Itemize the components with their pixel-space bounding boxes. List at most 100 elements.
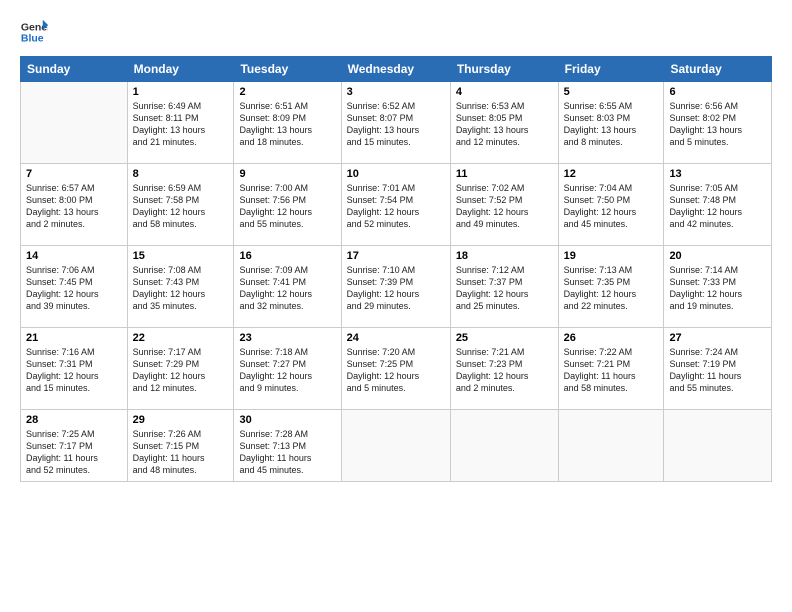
calendar-week-1: 1Sunrise: 6:49 AM Sunset: 8:11 PM Daylig… — [21, 82, 772, 164]
calendar-cell: 5 Sunrise: 6:55 AM Sunset: 8:03 PM Daylig… — [558, 82, 664, 164]
day-number: 12 — [564, 168, 659, 180]
day-info: Sunrise: 7:18 AM Sunset: 7:27 PM Dayligh… — [239, 346, 335, 395]
day-info: Sunrise: 6:56 AM Sunset: 8:02 PM Dayligh… — [669, 100, 766, 149]
col-header-friday: Friday — [558, 57, 664, 82]
day-info: Sunrise: 7:20 AM Sunset: 7:25 PM Dayligh… — [347, 346, 445, 395]
calendar-cell: 1Sunrise: 6:49 AM Sunset: 8:11 PM Daylig… — [127, 82, 234, 164]
col-header-tuesday: Tuesday — [234, 57, 341, 82]
calendar-cell: 15Sunrise: 7:08 AM Sunset: 7:43 PM Dayli… — [127, 246, 234, 328]
day-info: Sunrise: 7:22 AM Sunset: 7:21 PM Dayligh… — [564, 346, 659, 395]
calendar-cell: 21 Sunrise: 7:16 AM Sunset: 7:31 PM Dayli… — [21, 328, 128, 410]
day-number: 5 — [564, 86, 659, 98]
calendar-cell — [450, 410, 558, 482]
calendar-cell: 3 Sunrise: 6:52 AM Sunset: 8:07 PM Daylig… — [341, 82, 450, 164]
calendar-cell: 13 Sunrise: 7:05 AM Sunset: 7:48 PM Dayli… — [664, 164, 772, 246]
day-number: 6 — [669, 86, 766, 98]
calendar-cell — [664, 410, 772, 482]
day-info: Sunrise: 7:00 AM Sunset: 7:56 PM Dayligh… — [239, 182, 335, 231]
day-info: Sunrise: 6:52 AM Sunset: 8:07 PM Dayligh… — [347, 100, 445, 149]
day-number: 22 — [133, 332, 229, 344]
calendar-cell: 27 Sunrise: 7:24 AM Sunset: 7:19 PM Dayli… — [664, 328, 772, 410]
calendar-cell — [558, 410, 664, 482]
day-number: 24 — [347, 332, 445, 344]
calendar-cell: 14 Sunrise: 7:06 AM Sunset: 7:45 PM Dayli… — [21, 246, 128, 328]
day-info: Sunrise: 7:25 AM Sunset: 7:17 PM Dayligh… — [26, 428, 122, 477]
calendar-cell: 4 Sunrise: 6:53 AM Sunset: 8:05 PM Daylig… — [450, 82, 558, 164]
day-info: Sunrise: 7:12 AM Sunset: 7:37 PM Dayligh… — [456, 264, 553, 313]
calendar-cell: 17 Sunrise: 7:10 AM Sunset: 7:39 PM Dayli… — [341, 246, 450, 328]
day-info: Sunrise: 7:16 AM Sunset: 7:31 PM Dayligh… — [26, 346, 122, 395]
day-info: Sunrise: 7:04 AM Sunset: 7:50 PM Dayligh… — [564, 182, 659, 231]
day-info: Sunrise: 7:10 AM Sunset: 7:39 PM Dayligh… — [347, 264, 445, 313]
calendar-cell: 24 Sunrise: 7:20 AM Sunset: 7:25 PM Dayli… — [341, 328, 450, 410]
day-number: 2 — [239, 86, 335, 98]
calendar-cell: 25 Sunrise: 7:21 AM Sunset: 7:23 PM Dayli… — [450, 328, 558, 410]
col-header-monday: Monday — [127, 57, 234, 82]
day-number: 27 — [669, 332, 766, 344]
logo-icon: General Blue — [20, 18, 48, 46]
calendar-cell: 23 Sunrise: 7:18 AM Sunset: 7:27 PM Dayli… — [234, 328, 341, 410]
day-info: Sunrise: 7:21 AM Sunset: 7:23 PM Dayligh… — [456, 346, 553, 395]
day-number: 20 — [669, 250, 766, 262]
day-number: 21 — [26, 332, 122, 344]
calendar-cell — [341, 410, 450, 482]
day-number: 9 — [239, 168, 335, 180]
calendar-cell: 16 Sunrise: 7:09 AM Sunset: 7:41 PM Dayli… — [234, 246, 341, 328]
calendar-cell: 28 Sunrise: 7:25 AM Sunset: 7:17 PM Dayli… — [21, 410, 128, 482]
calendar-table: SundayMondayTuesdayWednesdayThursdayFrid… — [20, 56, 772, 482]
calendar-cell: 10Sunrise: 7:01 AM Sunset: 7:54 PM Dayli… — [341, 164, 450, 246]
day-number: 18 — [456, 250, 553, 262]
day-number: 1 — [133, 86, 229, 98]
day-number: 3 — [347, 86, 445, 98]
day-number: 8 — [133, 168, 229, 180]
calendar-cell: 19Sunrise: 7:13 AM Sunset: 7:35 PM Dayli… — [558, 246, 664, 328]
day-info: Sunrise: 6:51 AM Sunset: 8:09 PM Dayligh… — [239, 100, 335, 149]
col-header-thursday: Thursday — [450, 57, 558, 82]
day-number: 11 — [456, 168, 553, 180]
day-info: Sunrise: 7:24 AM Sunset: 7:19 PM Dayligh… — [669, 346, 766, 395]
day-number: 13 — [669, 168, 766, 180]
day-number: 26 — [564, 332, 659, 344]
day-number: 23 — [239, 332, 335, 344]
day-info: Sunrise: 7:06 AM Sunset: 7:45 PM Dayligh… — [26, 264, 122, 313]
calendar-header-row: SundayMondayTuesdayWednesdayThursdayFrid… — [21, 57, 772, 82]
calendar-week-4: 21 Sunrise: 7:16 AM Sunset: 7:31 PM Dayli… — [21, 328, 772, 410]
col-header-sunday: Sunday — [21, 57, 128, 82]
calendar-cell: 11 Sunrise: 7:02 AM Sunset: 7:52 PM Dayli… — [450, 164, 558, 246]
day-info: Sunrise: 7:28 AM Sunset: 7:13 PM Dayligh… — [239, 428, 335, 477]
calendar-cell — [21, 82, 128, 164]
day-info: Sunrise: 6:57 AM Sunset: 8:00 PM Dayligh… — [26, 182, 122, 231]
calendar-week-5: 28 Sunrise: 7:25 AM Sunset: 7:17 PM Dayli… — [21, 410, 772, 482]
logo: General Blue — [20, 18, 48, 46]
calendar-cell: 7 Sunrise: 6:57 AM Sunset: 8:00 PM Daylig… — [21, 164, 128, 246]
header: General Blue — [20, 18, 772, 46]
day-info: Sunrise: 6:55 AM Sunset: 8:03 PM Dayligh… — [564, 100, 659, 149]
col-header-wednesday: Wednesday — [341, 57, 450, 82]
day-info: Sunrise: 7:14 AM Sunset: 7:33 PM Dayligh… — [669, 264, 766, 313]
day-info: Sunrise: 6:53 AM Sunset: 8:05 PM Dayligh… — [456, 100, 553, 149]
calendar-cell: 29Sunrise: 7:26 AM Sunset: 7:15 PM Dayli… — [127, 410, 234, 482]
day-number: 19 — [564, 250, 659, 262]
calendar-cell: 30 Sunrise: 7:28 AM Sunset: 7:13 PM Dayli… — [234, 410, 341, 482]
calendar-cell: 8Sunrise: 6:59 AM Sunset: 7:58 PM Daylig… — [127, 164, 234, 246]
day-number: 29 — [133, 414, 229, 426]
calendar-cell: 12 Sunrise: 7:04 AM Sunset: 7:50 PM Dayli… — [558, 164, 664, 246]
day-number: 14 — [26, 250, 122, 262]
day-info: Sunrise: 7:08 AM Sunset: 7:43 PM Dayligh… — [133, 264, 229, 313]
day-number: 30 — [239, 414, 335, 426]
calendar-cell: 2 Sunrise: 6:51 AM Sunset: 8:09 PM Daylig… — [234, 82, 341, 164]
day-number: 4 — [456, 86, 553, 98]
day-number: 17 — [347, 250, 445, 262]
calendar-cell: 22 Sunrise: 7:17 AM Sunset: 7:29 PM Dayli… — [127, 328, 234, 410]
day-info: Sunrise: 7:02 AM Sunset: 7:52 PM Dayligh… — [456, 182, 553, 231]
day-number: 16 — [239, 250, 335, 262]
day-number: 10 — [347, 168, 445, 180]
day-info: Sunrise: 7:09 AM Sunset: 7:41 PM Dayligh… — [239, 264, 335, 313]
calendar-cell: 18 Sunrise: 7:12 AM Sunset: 7:37 PM Dayli… — [450, 246, 558, 328]
day-info: Sunrise: 7:05 AM Sunset: 7:48 PM Dayligh… — [669, 182, 766, 231]
calendar-cell: 26 Sunrise: 7:22 AM Sunset: 7:21 PM Dayli… — [558, 328, 664, 410]
day-number: 25 — [456, 332, 553, 344]
day-number: 28 — [26, 414, 122, 426]
day-info: Sunrise: 7:17 AM Sunset: 7:29 PM Dayligh… — [133, 346, 229, 395]
day-number: 7 — [26, 168, 122, 180]
